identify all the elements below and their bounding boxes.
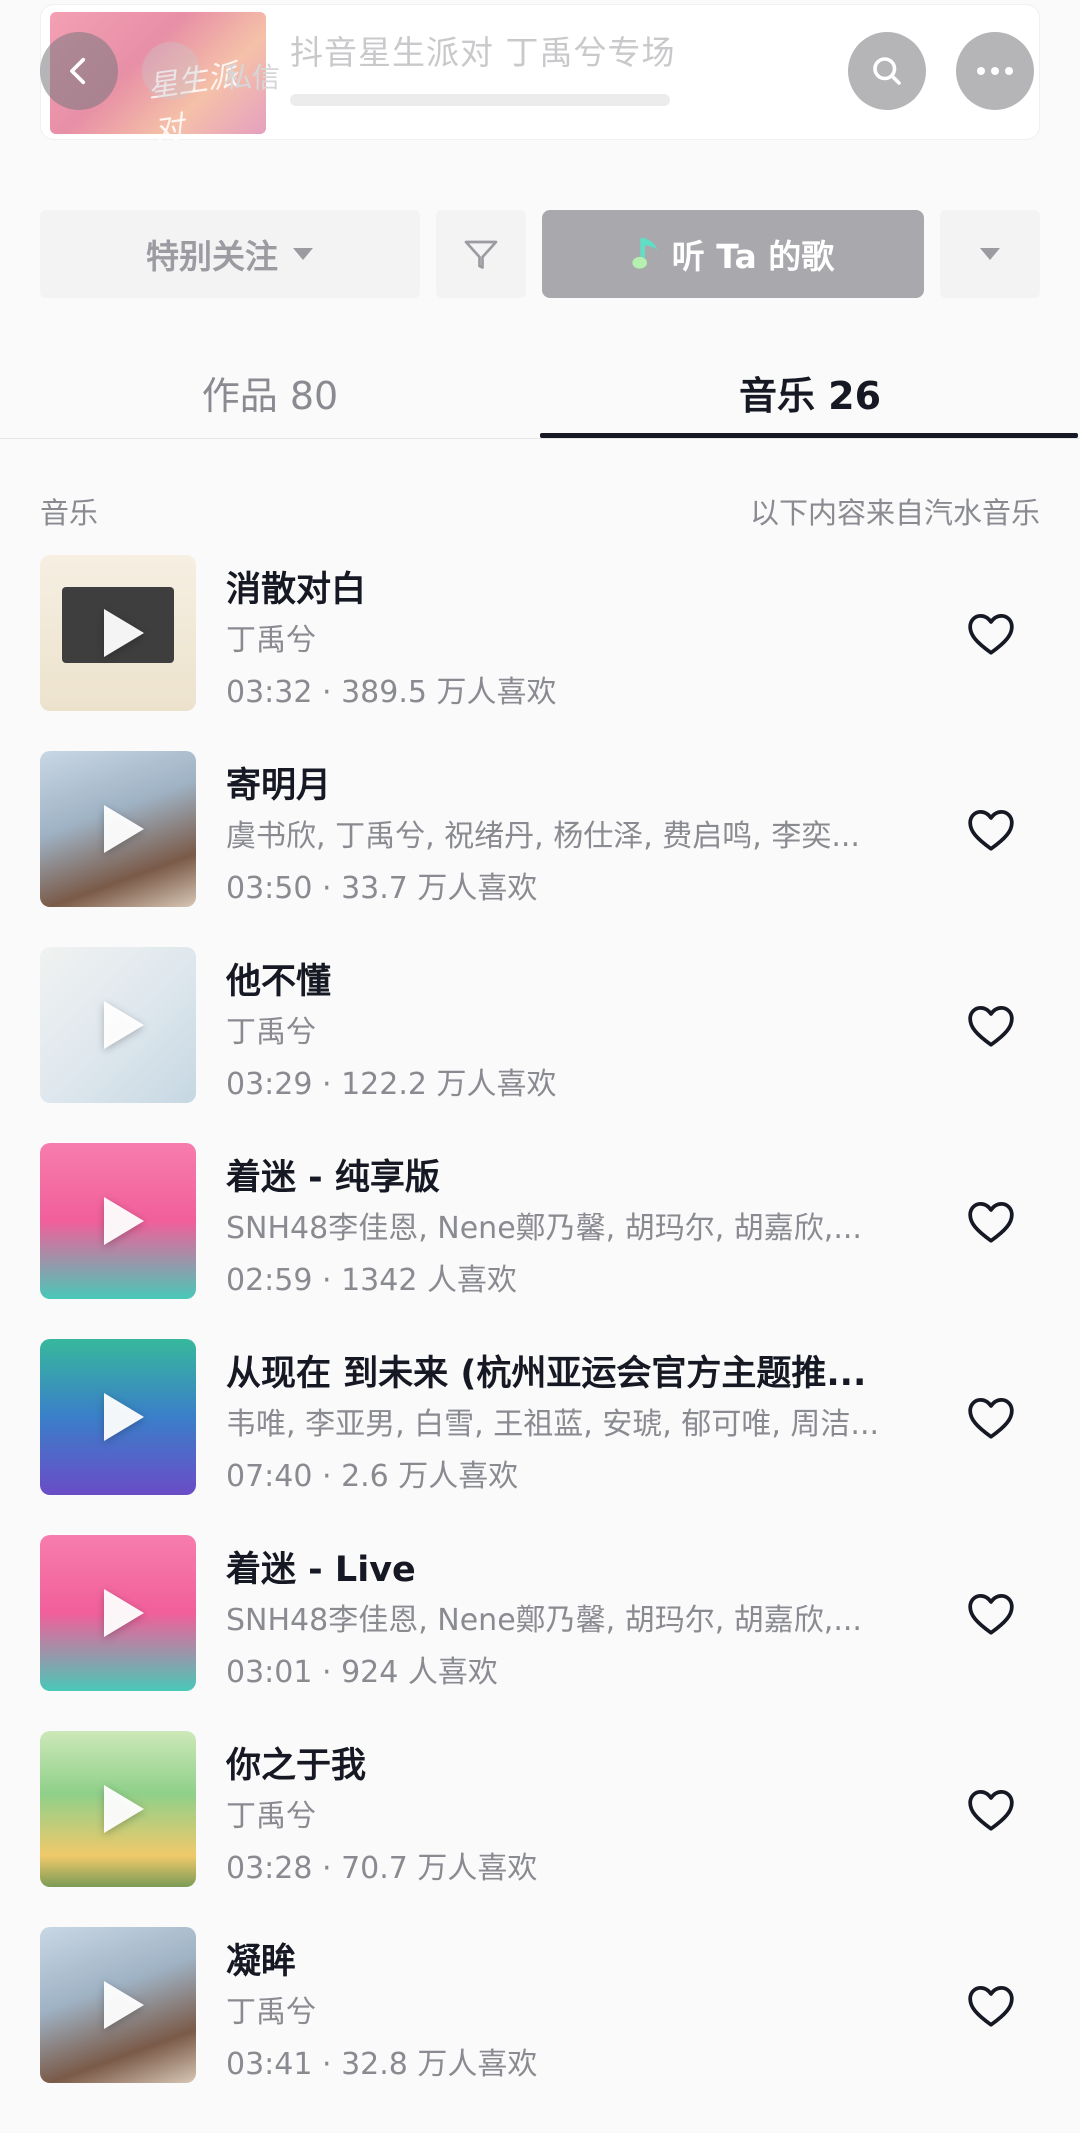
tab-works[interactable]: 作品 80 <box>0 345 540 439</box>
song-meta: 03:28 · 70.7 万人喜欢 <box>226 1851 538 1886</box>
song-title: 消散对白 <box>226 570 367 610</box>
song-artist: SNH48李佳恩, Nene鄭乃馨, 胡玛尔, 胡嘉欣,... <box>226 1603 862 1638</box>
more-button[interactable] <box>956 32 1034 110</box>
heart-icon[interactable] <box>966 1591 1016 1637</box>
heart-icon[interactable] <box>966 611 1016 657</box>
avatar <box>142 42 200 100</box>
play-icon <box>104 1981 144 2029</box>
song-artist: 韦唯, 李亚男, 白雪, 王祖蓝, 安琥, 郁可唯, 周洁... <box>226 1407 880 1442</box>
song-artist: 虞书欣, 丁禹兮, 祝绪丹, 杨仕泽, 费启鸣, 李奕... <box>226 819 860 854</box>
section-title: 音乐 <box>40 496 99 530</box>
song-row[interactable]: 寄明月 虞书欣, 丁禹兮, 祝绪丹, 杨仕泽, 费启鸣, 李奕... 03:50… <box>0 751 1080 947</box>
profile-action-row: 特别关注 听 Ta 的歌 <box>40 210 1040 298</box>
song-list: 消散对白 丁禹兮 03:32 · 389.5 万人喜欢 寄明月 虞书欣, 丁禹兮… <box>0 555 1080 2123</box>
search-button[interactable] <box>848 32 926 110</box>
direct-message-label: 私信 <box>224 61 281 94</box>
album-cover[interactable] <box>40 751 196 907</box>
more-actions-dropdown[interactable] <box>940 210 1040 298</box>
play-icon <box>104 1197 144 1245</box>
album-cover[interactable] <box>40 1927 196 2083</box>
album-cover[interactable] <box>40 1731 196 1887</box>
song-artist: SNH48李佳恩, Nene鄭乃馨, 胡玛尔, 胡嘉欣,... <box>226 1211 862 1246</box>
song-artist: 丁禹兮 <box>226 1799 316 1834</box>
album-cover[interactable] <box>40 555 196 711</box>
heart-icon[interactable] <box>966 1199 1016 1245</box>
song-title: 他不懂 <box>226 962 332 1002</box>
song-artist: 丁禹兮 <box>226 1015 316 1050</box>
search-icon <box>873 57 901 85</box>
special-follow-label: 特别关注 <box>146 237 278 276</box>
back-button[interactable] <box>40 32 118 110</box>
song-title: 从现在 到未来 (杭州亚运会官方主题推... <box>226 1354 867 1394</box>
song-artist: 丁禹兮 <box>226 1995 316 2030</box>
song-meta: 02:59 · 1342 人喜欢 <box>226 1263 517 1298</box>
heart-icon[interactable] <box>966 1787 1016 1833</box>
song-meta: 03:01 · 924 人喜欢 <box>226 1655 498 1690</box>
song-meta: 03:32 · 389.5 万人喜欢 <box>226 675 557 710</box>
album-cover[interactable] <box>40 1143 196 1299</box>
play-icon <box>104 609 144 657</box>
song-artist: 丁禹兮 <box>226 623 316 658</box>
song-meta: 03:50 · 33.7 万人喜欢 <box>226 871 538 906</box>
song-row[interactable]: 你之于我 丁禹兮 03:28 · 70.7 万人喜欢 <box>0 1731 1080 1927</box>
play-icon <box>104 1589 144 1637</box>
song-meta: 03:29 · 122.2 万人喜欢 <box>226 1067 557 1102</box>
listen-songs-button[interactable]: 听 Ta 的歌 <box>542 210 924 298</box>
listen-songs-label: 听 Ta 的歌 <box>671 237 835 276</box>
song-meta: 03:41 · 32.8 万人喜欢 <box>226 2047 538 2082</box>
special-follow-button[interactable]: 特别关注 <box>40 210 420 298</box>
filter-button[interactable] <box>436 210 526 298</box>
play-icon <box>104 1393 144 1441</box>
song-title: 寄明月 <box>226 766 332 806</box>
song-row[interactable]: 着迷 - 纯享版 SNH48李佳恩, Nene鄭乃馨, 胡玛尔, 胡嘉欣,...… <box>0 1143 1080 1339</box>
song-row[interactable]: 凝眸 丁禹兮 03:41 · 32.8 万人喜欢 <box>0 1927 1080 2123</box>
song-title: 着迷 - Live <box>226 1550 416 1590</box>
heart-icon[interactable] <box>966 1983 1016 2029</box>
music-note-icon <box>632 237 657 269</box>
profile-tabs: 作品 80 音乐 26 <box>0 345 1080 439</box>
song-meta: 07:40 · 2.6 万人喜欢 <box>226 1459 519 1494</box>
song-row[interactable]: 消散对白 丁禹兮 03:32 · 389.5 万人喜欢 <box>0 555 1080 751</box>
active-tab-indicator <box>540 433 1078 438</box>
song-row[interactable]: 从现在 到未来 (杭州亚运会官方主题推... 韦唯, 李亚男, 白雪, 王祖蓝,… <box>0 1339 1080 1535</box>
song-row[interactable]: 着迷 - Live SNH48李佳恩, Nene鄭乃馨, 胡玛尔, 胡嘉欣,..… <box>0 1535 1080 1731</box>
play-icon <box>104 1001 144 1049</box>
song-title: 着迷 - 纯享版 <box>226 1158 440 1198</box>
heart-icon[interactable] <box>966 1395 1016 1441</box>
song-title: 你之于我 <box>226 1746 367 1786</box>
filter-icon <box>464 240 498 269</box>
tab-music[interactable]: 音乐 26 <box>540 345 1080 439</box>
chevron-down-icon <box>980 248 1000 260</box>
caret-down-icon <box>293 248 313 260</box>
banner-title: 抖音星生派对 丁禹兮专场 <box>290 33 676 72</box>
song-title: 凝眸 <box>226 1942 297 1982</box>
album-cover[interactable] <box>40 947 196 1103</box>
heart-icon[interactable] <box>966 1003 1016 1049</box>
play-icon <box>104 1785 144 1833</box>
more-dots-icon <box>977 67 1013 75</box>
section-source-note: 以下内容来自汽水音乐 <box>749 496 1040 530</box>
banner-subtitle-placeholder <box>290 94 670 106</box>
back-arrow-icon <box>70 57 86 85</box>
album-cover[interactable] <box>40 1339 196 1495</box>
album-cover[interactable] <box>40 1535 196 1691</box>
play-icon <box>104 805 144 853</box>
heart-icon[interactable] <box>966 807 1016 853</box>
song-row[interactable]: 他不懂 丁禹兮 03:29 · 122.2 万人喜欢 <box>0 947 1080 1143</box>
